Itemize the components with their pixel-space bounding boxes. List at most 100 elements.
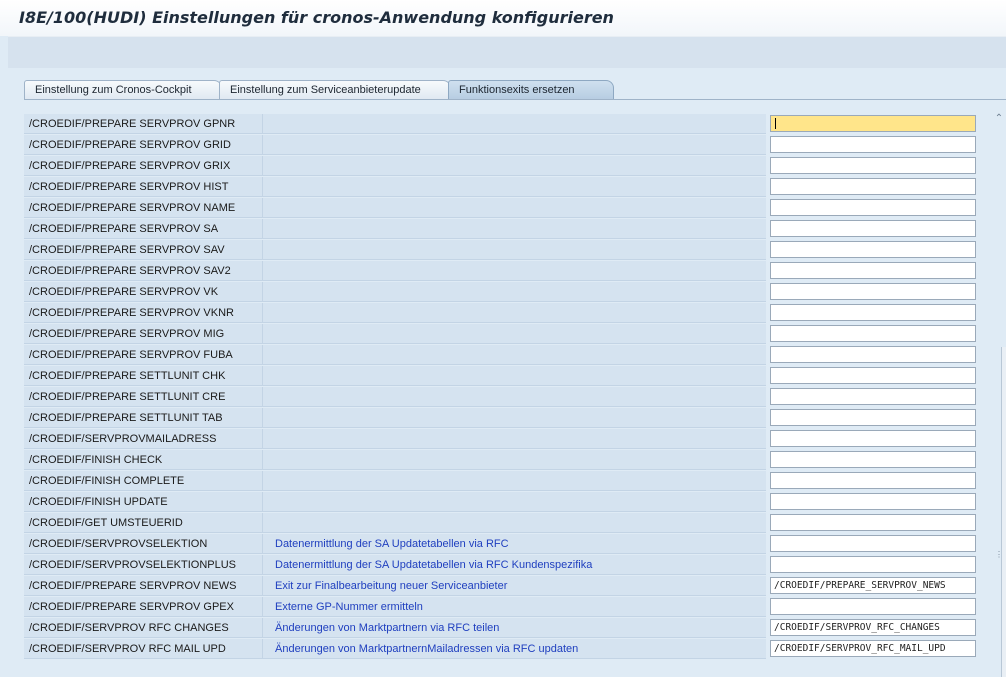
exit-description xyxy=(262,261,766,281)
exit-description xyxy=(262,198,766,218)
tab-serviceanbieterupdate[interactable]: Einstellung zum Serviceanbieterupdate xyxy=(219,80,451,99)
table-row: /CROEDIF/SERVPROV RFC MAIL UPD Änderungen… xyxy=(24,639,986,660)
exit-description: Änderungen von Marktpartnern via RFC tei… xyxy=(262,618,766,638)
replacement-function-input[interactable] xyxy=(770,346,976,363)
replacement-function-input[interactable] xyxy=(770,388,976,405)
table-row: /CROEDIF/GET UMSTEUERID xyxy=(24,513,986,534)
exit-description xyxy=(262,408,766,428)
replacement-function-input[interactable] xyxy=(770,220,976,237)
exit-description xyxy=(262,387,766,407)
replacement-function-input[interactable] xyxy=(770,304,976,321)
table-row: /CROEDIF/PREPARE SERVPROV MIG xyxy=(24,324,986,345)
replacement-function-input[interactable] xyxy=(770,451,976,468)
replacement-function-input[interactable] xyxy=(770,409,976,426)
table-row: /CROEDIF/PREPARE SETTLUNIT CRE xyxy=(24,387,986,408)
replacement-function-input[interactable] xyxy=(770,472,976,489)
page-title: I8E/100(HUDI) Einstellungen für cronos-A… xyxy=(19,8,614,27)
text-cursor xyxy=(775,118,776,129)
replacement-function-input[interactable]: /CROEDIF/SERVPROV_RFC_CHANGES xyxy=(770,619,976,636)
exit-description xyxy=(262,513,766,533)
exit-name: /CROEDIF/PREPARE SERVPROV VK xyxy=(24,282,262,302)
exit-name: /CROEDIF/SERVPROVSELEKTIONPLUS xyxy=(24,555,262,575)
table-row: /CROEDIF/PREPARE SETTLUNIT TAB xyxy=(24,408,986,429)
replacement-function-input[interactable] xyxy=(770,325,976,342)
exit-name: /CROEDIF/PREPARE SETTLUNIT TAB xyxy=(24,408,262,428)
replacement-function-input[interactable] xyxy=(770,136,976,153)
exit-name: /CROEDIF/SERVPROVSELEKTION xyxy=(24,534,262,554)
replacement-function-input[interactable]: /CROEDIF/PREPARE_SERVPROV_NEWS xyxy=(770,577,976,594)
replacement-function-input[interactable] xyxy=(770,367,976,384)
title-bar: I8E/100(HUDI) Einstellungen für cronos-A… xyxy=(0,0,1006,36)
exit-name: /CROEDIF/PREPARE SETTLUNIT CHK xyxy=(24,366,262,386)
exit-description: Externe GP-Nummer ermitteln xyxy=(262,597,766,617)
table-row: /CROEDIF/PREPARE SERVPROV SA xyxy=(24,219,986,240)
replacement-function-input[interactable] xyxy=(770,283,976,300)
replacement-function-input[interactable] xyxy=(770,199,976,216)
exit-name: /CROEDIF/PREPARE SERVPROV GRID xyxy=(24,135,262,155)
input-value: /CROEDIF/PREPARE_SERVPROV_NEWS xyxy=(774,580,946,591)
exit-name: /CROEDIF/PREPARE SERVPROV SAV2 xyxy=(24,261,262,281)
exit-name: /CROEDIF/PREPARE SERVPROV MIG xyxy=(24,324,262,344)
exit-name: /CROEDIF/PREPARE SETTLUNIT CRE xyxy=(24,387,262,407)
replacement-function-input[interactable] xyxy=(770,493,976,510)
exit-name: /CROEDIF/PREPARE SERVPROV NEWS xyxy=(24,576,262,596)
main-content: Einstellung zum Cronos-Cockpit Einstellu… xyxy=(8,68,1006,677)
table-row: /CROEDIF/SERVPROVMAILADRESS xyxy=(24,429,986,450)
exit-name: /CROEDIF/PREPARE SERVPROV NAME xyxy=(24,198,262,218)
exit-name: /CROEDIF/GET UMSTEUERID xyxy=(24,513,262,533)
replacement-function-input[interactable] xyxy=(770,178,976,195)
exit-name: /CROEDIF/SERVPROV RFC CHANGES xyxy=(24,618,262,638)
table-row: /CROEDIF/PREPARE SERVPROV VK xyxy=(24,282,986,303)
replacement-function-input[interactable] xyxy=(770,241,976,258)
focus-corner-marker xyxy=(971,127,975,131)
exit-description xyxy=(262,177,766,197)
table-row: /CROEDIF/PREPARE SERVPROV NAME xyxy=(24,198,986,219)
table-row: /CROEDIF/PREPARE SERVPROV SAV xyxy=(24,240,986,261)
table-row: /CROEDIF/PREPARE SERVPROV GRID xyxy=(24,135,986,156)
exit-name: /CROEDIF/PREPARE SERVPROV SA xyxy=(24,219,262,239)
input-value: /CROEDIF/SERVPROV_RFC_MAIL_UPD xyxy=(774,643,946,654)
exit-description: Exit zur Finalbearbeitung neuer Servicea… xyxy=(262,576,766,596)
exit-name: /CROEDIF/FINISH UPDATE xyxy=(24,492,262,512)
replacement-function-input[interactable] xyxy=(770,535,976,552)
chevron-up-icon[interactable]: ⌃ xyxy=(994,114,1004,124)
table-row: /CROEDIF/PREPARE SERVPROV GPNR xyxy=(24,114,986,135)
replacement-function-input[interactable] xyxy=(770,115,976,132)
exit-name: /CROEDIF/PREPARE SERVPROV GPNR xyxy=(24,114,262,134)
exit-description xyxy=(262,282,766,302)
replacement-function-input[interactable] xyxy=(770,157,976,174)
table-row: /CROEDIF/FINISH UPDATE xyxy=(24,492,986,513)
replacement-function-input[interactable]: /CROEDIF/SERVPROV_RFC_MAIL_UPD xyxy=(770,640,976,657)
scroll-thumb[interactable] xyxy=(1001,347,1006,677)
replacement-function-input[interactable] xyxy=(770,514,976,531)
scroll-grip-icon: ⋮ xyxy=(995,550,1003,559)
exit-description xyxy=(262,366,766,386)
exit-description: Datenermittlung der SA Updatetabellen vi… xyxy=(262,555,766,575)
exit-description xyxy=(262,114,766,134)
replacement-function-input[interactable] xyxy=(770,556,976,573)
exit-name: /CROEDIF/PREPARE SERVPROV FUBA xyxy=(24,345,262,365)
table-row: /CROEDIF/FINISH COMPLETE xyxy=(24,471,986,492)
table-row: /CROEDIF/PREPARE SERVPROV SAV2 xyxy=(24,261,986,282)
focus-corner-marker xyxy=(971,116,975,120)
replacement-function-input[interactable] xyxy=(770,262,976,279)
replacement-function-input[interactable] xyxy=(770,598,976,615)
exit-description xyxy=(262,303,766,323)
table-row: /CROEDIF/PREPARE SERVPROV HIST xyxy=(24,177,986,198)
table-row: /CROEDIF/PREPARE SETTLUNIT CHK xyxy=(24,366,986,387)
exit-description xyxy=(262,135,766,155)
exit-description: Datenermittlung der SA Updatetabellen vi… xyxy=(262,534,766,554)
tab-cronos-cockpit[interactable]: Einstellung zum Cronos-Cockpit xyxy=(24,80,222,99)
table-row: /CROEDIF/PREPARE SERVPROV GPEX Externe GP… xyxy=(24,597,986,618)
exit-description xyxy=(262,429,766,449)
exit-name: /CROEDIF/FINISH CHECK xyxy=(24,450,262,470)
replacement-function-input[interactable] xyxy=(770,430,976,447)
tab-funktionsexits-ersetzen[interactable]: Funktionsexits ersetzen xyxy=(448,80,614,99)
exit-description xyxy=(262,450,766,470)
vertical-scrollbar[interactable]: ⌃ ⋮ xyxy=(991,112,1006,677)
exit-name: /CROEDIF/PREPARE SERVPROV GPEX xyxy=(24,597,262,617)
exit-name: /CROEDIF/PREPARE SERVPROV GRIX xyxy=(24,156,262,176)
input-value: /CROEDIF/SERVPROV_RFC_CHANGES xyxy=(774,622,940,633)
table-row: /CROEDIF/SERVPROV RFC CHANGES Änderungen … xyxy=(24,618,986,639)
exit-name: /CROEDIF/PREPARE SERVPROV VKNR xyxy=(24,303,262,323)
